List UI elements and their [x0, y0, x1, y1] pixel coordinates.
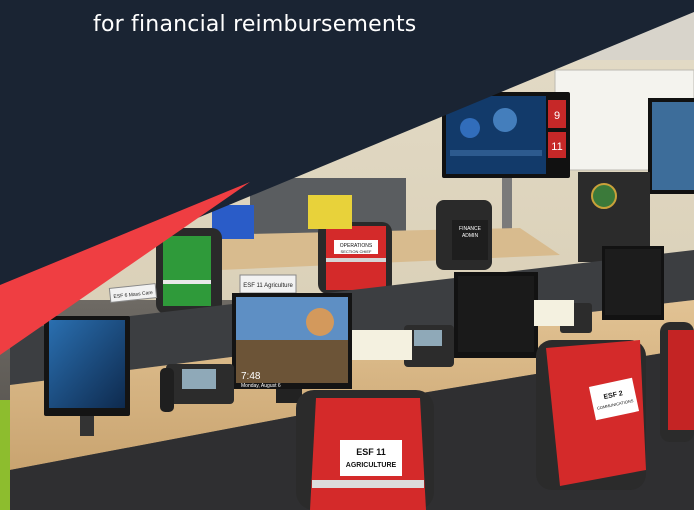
back-chair-finance: FINANCE ADMIN	[436, 200, 492, 270]
monitor-center	[454, 272, 538, 358]
chair-far-right	[660, 322, 694, 442]
monitor-right	[602, 246, 664, 320]
monitor-date: Monday, August 6	[241, 383, 281, 389]
binders	[352, 330, 412, 360]
tv-number-2: 11	[551, 141, 562, 153]
monitor-time: 7:48	[241, 371, 261, 382]
binders-right	[534, 300, 574, 326]
operations-chair: OPERATIONS SECTION CHIEF	[318, 222, 392, 294]
green-accent-strip	[0, 400, 10, 510]
yellow-vest	[308, 195, 352, 229]
finance-vest-label: FINANCE	[459, 226, 482, 232]
operations-vest-sub: SECTION CHIEF	[341, 249, 372, 254]
eoc-scene: 9 11 FINANCE ADMIN OPERATIONS SECTION CH…	[0, 0, 694, 510]
chair-esf2: ESF 2 COMMUNICATIONS	[536, 340, 646, 490]
desk-sign: ESF 11 Agriculture	[239, 274, 297, 294]
desk-sign-label: ESF 11 Agriculture	[243, 283, 293, 289]
esf11-vest-sub: AGRICULTURE	[346, 462, 397, 469]
tv-number-1: 9	[554, 110, 560, 122]
esf11-vest-label: ESF 11	[356, 447, 386, 457]
caption-text: for financial reimbursements	[93, 12, 417, 37]
monitor-desktop-time: 7:48 Monday, August 6	[232, 293, 352, 403]
wall-tv-right	[648, 98, 694, 194]
finance-vest-sub: ADMIN	[462, 233, 479, 239]
chair-esf11: ESF 11 AGRICULTURE	[296, 390, 434, 510]
green-vest-chair	[156, 228, 222, 314]
